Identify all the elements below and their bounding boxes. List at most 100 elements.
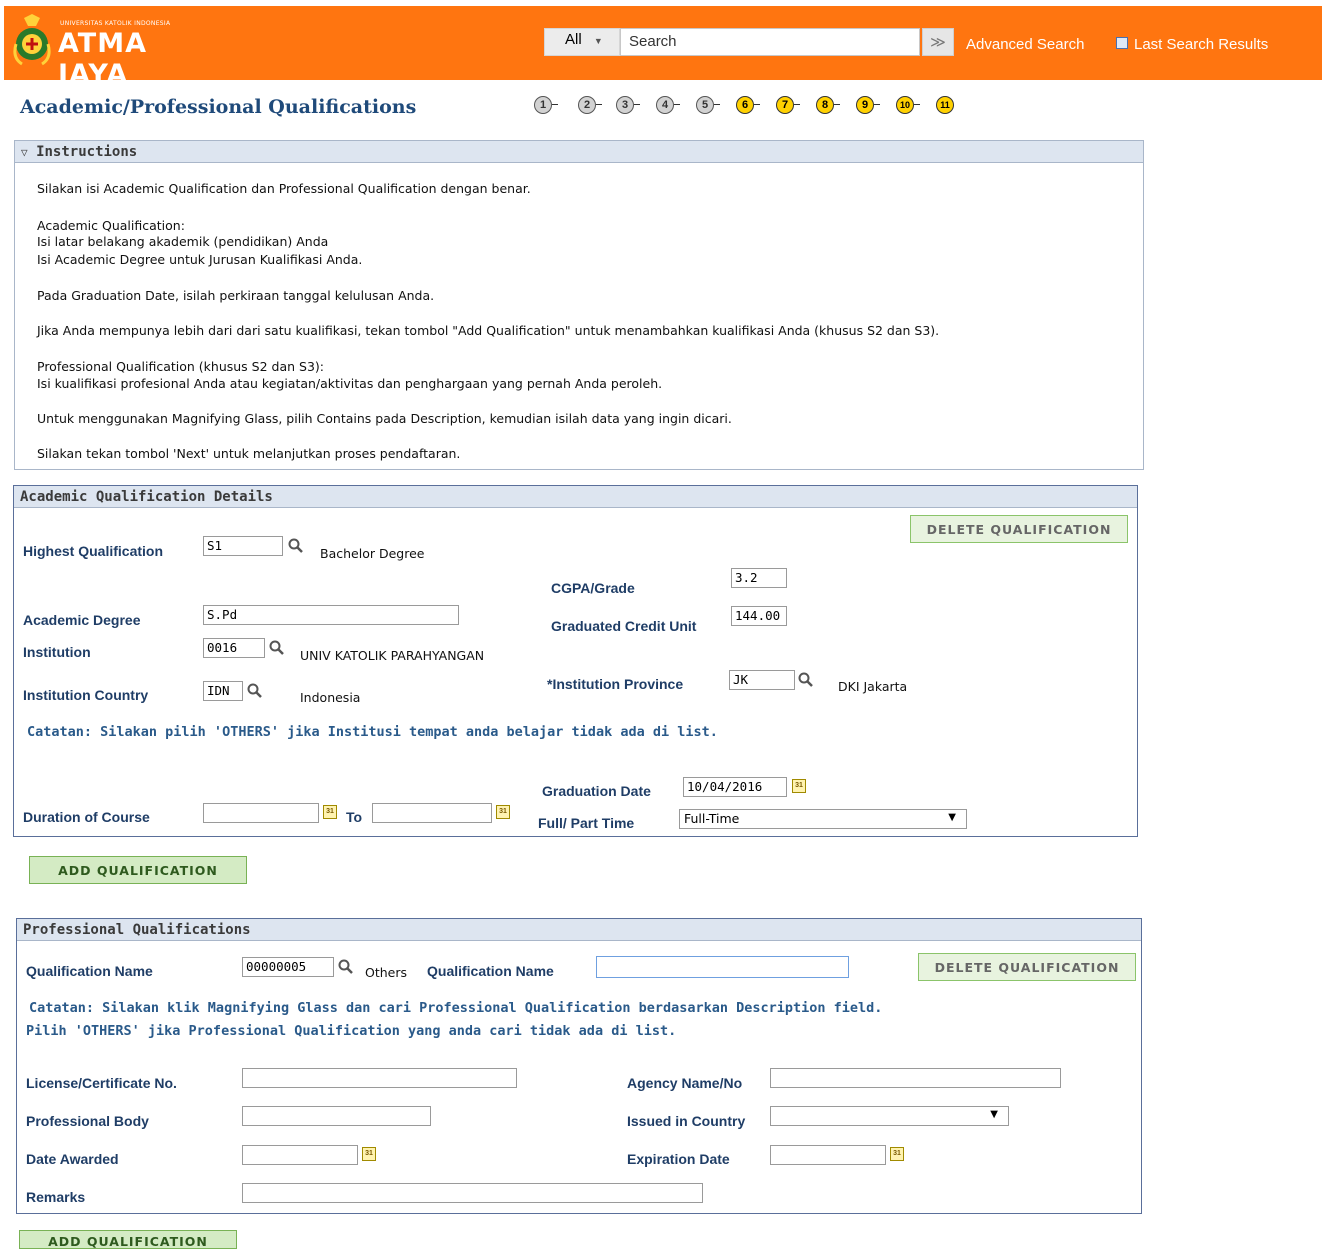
- duration-from-field[interactable]: [203, 803, 319, 823]
- magnifier-icon[interactable]: [246, 682, 264, 700]
- professional-note-1: Catatan: Silakan klik Magnifying Glass d…: [29, 1000, 883, 1016]
- step-10[interactable]: 10: [896, 96, 914, 114]
- professional-body-label: Professional Body: [26, 1113, 149, 1129]
- highest-qualification-label: Highest Qualification: [23, 543, 164, 559]
- instruction-line: Silakan isi Academic Qualification dan P…: [37, 181, 531, 196]
- step-5[interactable]: 5: [696, 96, 714, 114]
- cgpa-label: CGPA/Grade: [551, 580, 635, 596]
- step-6[interactable]: 6: [736, 96, 754, 114]
- collapse-icon: ▽: [21, 146, 28, 159]
- last-search-results-link[interactable]: Last Search Results: [1134, 36, 1268, 53]
- step-7[interactable]: 7: [776, 96, 794, 114]
- issued-country-select[interactable]: ▼: [770, 1106, 1009, 1126]
- logo-title: ATMA JAYA: [58, 28, 147, 90]
- double-chevron-icon: ≫: [930, 34, 946, 51]
- cgpa-field[interactable]: 3.2: [731, 568, 787, 588]
- calendar-icon[interactable]: 31: [890, 1147, 904, 1161]
- graduation-date-label: Graduation Date: [542, 783, 651, 799]
- calendar-icon[interactable]: 31: [362, 1147, 376, 1161]
- magnifier-icon[interactable]: [287, 537, 305, 555]
- institution-country-label: Institution Country: [23, 687, 149, 703]
- issued-country-label: Issued in Country: [627, 1113, 746, 1129]
- instruction-line: Isi latar belakang akademik (pendidikan)…: [37, 234, 329, 249]
- search-input[interactable]: Search: [620, 28, 920, 56]
- instruction-line: Untuk menggunakan Magnifying Glass, pili…: [37, 411, 732, 426]
- expiration-date-label: Expiration Date: [627, 1151, 730, 1167]
- date-awarded-field[interactable]: [242, 1145, 358, 1165]
- advanced-search-link[interactable]: Advanced Search: [966, 36, 1084, 53]
- graduated-credit-field[interactable]: 144.00: [731, 606, 787, 626]
- calendar-icon[interactable]: 31: [792, 779, 806, 793]
- atma-jaya-logo[interactable]: UNIVERSITAS KATOLIK INDONESIA ATMA JAYA: [6, 8, 216, 90]
- magnifier-icon[interactable]: [268, 639, 286, 657]
- qualification-name-label: Qualification Name: [26, 963, 153, 979]
- duration-to-field[interactable]: [372, 803, 492, 823]
- academic-degree-field[interactable]: S.Pd: [203, 605, 459, 625]
- duration-label: Duration of Course: [23, 809, 150, 825]
- last-results-icon: [1116, 37, 1128, 49]
- institution-field[interactable]: 0016: [203, 638, 265, 658]
- institution-province-desc: DKI Jakarta: [838, 679, 908, 694]
- date-awarded-label: Date Awarded: [26, 1151, 119, 1167]
- agency-field[interactable]: [770, 1068, 1061, 1088]
- instruction-line: Academic Qualification:: [37, 218, 185, 233]
- magnifier-icon[interactable]: [337, 958, 355, 976]
- institution-province-label: *Institution Province: [547, 676, 684, 692]
- step-3[interactable]: 3: [616, 96, 634, 114]
- calendar-icon[interactable]: 31: [496, 805, 510, 819]
- academic-note: Catatan: Silakan pilih 'OTHERS' jika Ins…: [27, 724, 718, 740]
- full-part-time-label: Full/ Part Time: [538, 815, 635, 831]
- step-11[interactable]: 11: [936, 96, 954, 114]
- search-scope-value: All: [565, 31, 582, 48]
- qualification-code-desc: Others: [365, 965, 408, 980]
- graduated-credit-label: Graduated Credit Unit: [551, 618, 697, 634]
- instruction-line: Isi Academic Degree untuk Jurusan Kualif…: [37, 252, 363, 267]
- instructions-title: Instructions: [36, 144, 138, 160]
- qualification-name-field[interactable]: [596, 956, 849, 978]
- academic-header: Academic Qualification Details: [14, 486, 1137, 508]
- institution-country-field[interactable]: IDN: [203, 681, 243, 701]
- full-part-time-value: Full-Time: [684, 811, 740, 826]
- search-scope-select[interactable]: All ▼: [544, 28, 620, 56]
- instruction-line: Jika Anda mempunya lebih dari dari satu …: [37, 323, 940, 338]
- delete-professional-qualification-button[interactable]: DELETE QUALIFICATION: [918, 953, 1136, 981]
- add-academic-qualification-button[interactable]: ADD QUALIFICATION: [29, 856, 247, 884]
- instructions-header[interactable]: ▽ Instructions: [15, 141, 1143, 163]
- institution-country-desc: Indonesia: [300, 690, 361, 705]
- expiration-date-field[interactable]: [770, 1145, 886, 1165]
- remarks-field[interactable]: [242, 1183, 703, 1203]
- license-field[interactable]: [242, 1068, 517, 1088]
- instruction-line: Professional Qualification (khusus S2 da…: [37, 359, 324, 374]
- search-go-button[interactable]: ≫: [922, 28, 954, 56]
- step-1[interactable]: 1: [534, 96, 552, 114]
- highest-qualification-desc: Bachelor Degree: [320, 546, 425, 561]
- highest-qualification-field[interactable]: S1: [203, 536, 283, 556]
- graduation-date-field[interactable]: 10/04/2016: [683, 777, 787, 797]
- to-label: To: [346, 809, 363, 825]
- academic-degree-label: Academic Degree: [23, 612, 141, 628]
- agency-label: Agency Name/No: [627, 1075, 743, 1091]
- chevron-down-icon: ▼: [948, 812, 956, 823]
- qualification-code-field[interactable]: 00000005: [242, 957, 334, 977]
- institution-province-field[interactable]: JK: [729, 670, 795, 690]
- step-2[interactable]: 2: [578, 96, 596, 114]
- instruction-line: Pada Graduation Date, isilah perkiraan t…: [37, 288, 435, 303]
- logo-subtitle: UNIVERSITAS KATOLIK INDONESIA: [60, 20, 171, 27]
- crest-icon: [13, 14, 51, 66]
- delete-academic-qualification-button[interactable]: DELETE QUALIFICATION: [910, 515, 1128, 543]
- qualification-name-label-2: Qualification Name: [427, 963, 554, 979]
- remarks-label: Remarks: [26, 1189, 86, 1205]
- professional-body-field[interactable]: [242, 1106, 431, 1126]
- step-8[interactable]: 8: [816, 96, 834, 114]
- magnifier-icon[interactable]: [797, 671, 815, 689]
- header-bar: UNIVERSITAS KATOLIK INDONESIA ATMA JAYA …: [0, 0, 1326, 90]
- calendar-icon[interactable]: 31: [323, 805, 337, 819]
- full-part-time-select[interactable]: Full-Time ▼: [679, 809, 967, 829]
- step-9[interactable]: 9: [856, 96, 874, 114]
- step-4[interactable]: 4: [656, 96, 674, 114]
- chevron-down-icon: ▼: [990, 1109, 998, 1120]
- add-professional-qualification-button[interactable]: ADD QUALIFICATION: [19, 1230, 237, 1249]
- search-placeholder: Search: [629, 33, 677, 50]
- page-title: Academic/Professional Qualifications: [20, 96, 417, 118]
- instruction-line: Isi kualifikasi profesional Anda atau ke…: [37, 376, 663, 391]
